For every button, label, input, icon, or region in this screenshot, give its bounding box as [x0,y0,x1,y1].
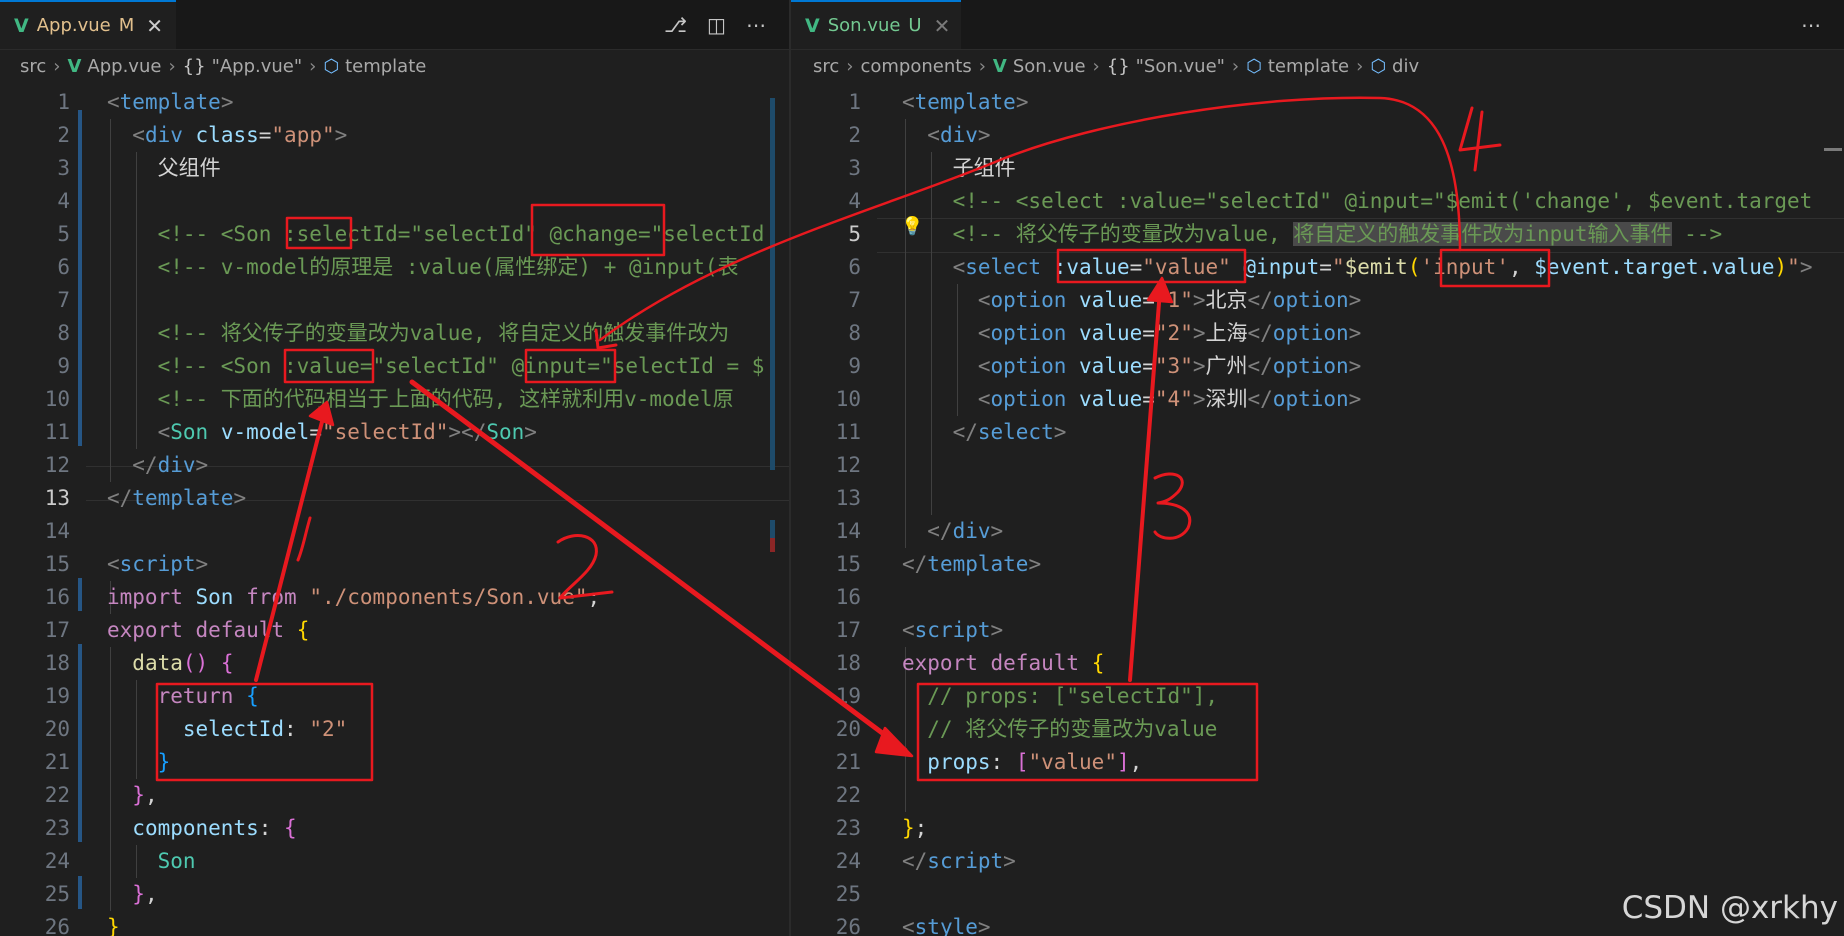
annotation-label-1 [296,516,312,562]
watermark: CSDN @xrkhy [1621,890,1838,926]
arrow-3-shaft [1128,288,1162,682]
annotation-box [283,348,375,384]
annotation-box [916,682,1259,782]
annotation-box [155,682,374,782]
annotation-label-2 [556,534,614,600]
red-annotation-overlay [155,96,1551,782]
arrow-4-head [594,328,618,350]
arrow-1-shaft [254,408,327,682]
arrow-2-shaft [409,379,908,753]
arrow-1-head [308,400,335,427]
arrow-4-curve [598,96,1462,342]
annotation-box [285,216,353,250]
annotation-label-4 [1458,106,1502,172]
annotation-label-3 [1153,472,1192,540]
annotation-box [530,203,666,257]
annotation-box [524,348,617,384]
annotation-box [1439,248,1551,288]
annotation-box [1056,248,1247,284]
